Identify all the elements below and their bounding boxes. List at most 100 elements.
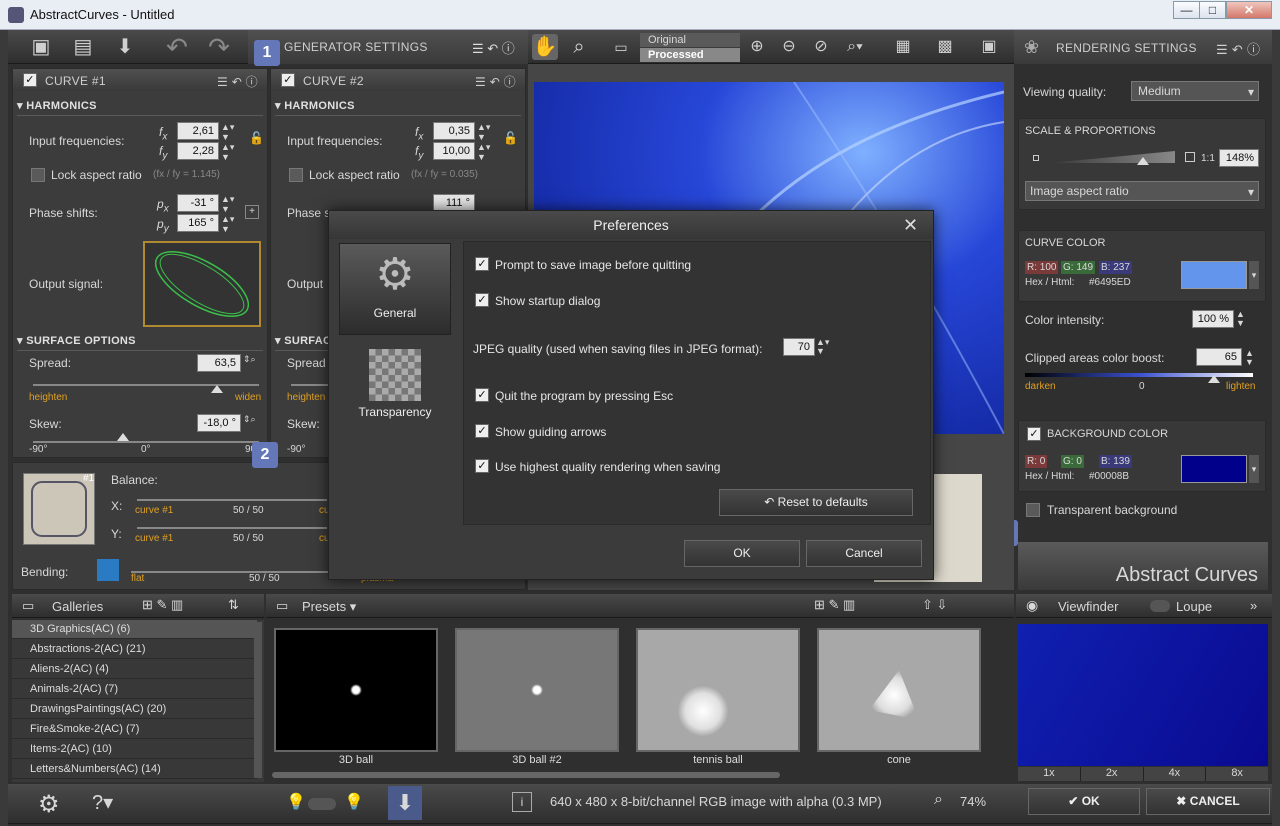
- curve2-fx-input[interactable]: 0,35: [433, 122, 475, 140]
- spread-slider[interactable]: [33, 384, 259, 386]
- curve1-menu-icon[interactable]: ☰ ↶ ⓘ: [217, 73, 258, 90]
- hq-render-checkbox[interactable]: ✓: [475, 459, 489, 473]
- startup-dialog-checkbox[interactable]: ✓: [475, 293, 489, 307]
- preset-thumbnail[interactable]: [817, 628, 981, 752]
- jpeg-quality-stepper[interactable]: ▲▾ ▼: [816, 338, 829, 356]
- py-input[interactable]: 165 °: [177, 214, 219, 232]
- bulb-off-icon[interactable]: 💡: [286, 792, 306, 812]
- gallery-item[interactable]: Items-2(AC) (10): [12, 740, 257, 759]
- gallery-item[interactable]: 3D Graphics(AC) (6): [12, 620, 257, 639]
- color-intensity-stepper[interactable]: ▲ ▼: [1236, 310, 1245, 328]
- zoom-8x[interactable]: 8x: [1206, 767, 1268, 781]
- help-icon[interactable]: ?▾: [92, 790, 113, 815]
- zoom-2x[interactable]: 2x: [1080, 767, 1144, 781]
- curve1-harmonics-section[interactable]: ▾ HARMONICS: [17, 99, 263, 116]
- maximize-button[interactable]: □: [1199, 1, 1226, 19]
- curve2-lock-aspect-checkbox[interactable]: [289, 168, 303, 182]
- curve2-fy-stepper[interactable]: ▲▾ ▼: [477, 142, 490, 162]
- viewfinder-toggle[interactable]: [1150, 600, 1170, 612]
- balance-y-slider[interactable]: [137, 527, 327, 529]
- py-stepper[interactable]: ▲▾ ▼: [221, 214, 234, 234]
- hand-tool-icon[interactable]: ✋: [532, 34, 558, 60]
- main-cancel-button[interactable]: ✖ CANCEL: [1146, 788, 1270, 815]
- viewfinder-title[interactable]: Viewfinder: [1058, 599, 1118, 614]
- skew-stepper[interactable]: ⇕⌕: [243, 414, 256, 425]
- processed-toggle[interactable]: Processed: [640, 48, 740, 62]
- gallery-item[interactable]: Letters&Numbers(AC) (14): [12, 760, 257, 779]
- fy-input[interactable]: 2,28: [177, 142, 219, 160]
- lock-icon[interactable]: 🔓: [249, 131, 264, 145]
- spread-stepper[interactable]: ⇕⌕: [243, 354, 256, 365]
- bg-color-swatch[interactable]: [1181, 455, 1247, 483]
- gallery-actions-icon[interactable]: ⊞ ✎ ▥: [142, 597, 183, 613]
- reset-defaults-button[interactable]: ↶ Reset to defaults: [719, 489, 913, 516]
- px-stepper[interactable]: ▲▾ ▼: [221, 194, 234, 214]
- original-toggle[interactable]: Original: [640, 33, 740, 47]
- bending-slider[interactable]: [131, 571, 331, 573]
- fx-stepper[interactable]: ▲▾ ▼: [221, 122, 234, 142]
- curve2-spread-slider[interactable]: [291, 384, 331, 386]
- new-image-icon[interactable]: ▣: [28, 34, 54, 60]
- gallery-sort-icon[interactable]: ⇅: [228, 597, 239, 613]
- jpeg-quality-input[interactable]: 70: [783, 338, 815, 356]
- gallery-item[interactable]: DrawingsPaintings(AC) (20): [12, 700, 257, 719]
- spread-thumb[interactable]: [211, 385, 223, 393]
- color-intensity-input[interactable]: 100 %: [1192, 310, 1234, 328]
- fit-window-icon[interactable]: ▦: [890, 34, 916, 60]
- one-to-one-label[interactable]: 1:1: [1201, 153, 1215, 164]
- zoom-out-icon[interactable]: ⊖: [776, 34, 802, 60]
- presets-title[interactable]: Presets ▾: [302, 599, 356, 615]
- lock-aspect-checkbox[interactable]: [31, 168, 45, 182]
- gallery-item[interactable]: Animals-2(AC) (7): [12, 680, 257, 699]
- dialog-close-icon[interactable]: ✕: [903, 215, 918, 236]
- fy-stepper[interactable]: ▲▾ ▼: [221, 142, 234, 162]
- skew-input[interactable]: -18,0 °: [197, 414, 241, 432]
- curve1-enable-checkbox[interactable]: ✓: [23, 73, 37, 87]
- settings-gear-icon[interactable]: ⚙: [38, 790, 60, 819]
- clip-boost-input[interactable]: 65: [1196, 348, 1242, 366]
- image-icon[interactable]: ▭: [608, 34, 634, 60]
- curve2-menu-icon[interactable]: ☰ ↶ ⓘ: [475, 73, 516, 90]
- zoom-4x[interactable]: 4x: [1143, 767, 1207, 781]
- surface-options-section[interactable]: ▾ SURFACE OPTIONS: [17, 334, 263, 351]
- chevron-down-icon[interactable]: ▾: [1249, 455, 1259, 483]
- preset-actions-icon[interactable]: ⊞ ✎ ▥: [814, 597, 855, 613]
- tab-general[interactable]: ⚙ General: [339, 243, 451, 335]
- preset-thumbnail[interactable]: [274, 628, 438, 752]
- fx-input[interactable]: 2,61: [177, 122, 219, 140]
- curve-color-swatch[interactable]: [1181, 261, 1247, 289]
- zoom-1x[interactable]: 1x: [1018, 767, 1081, 781]
- px-input[interactable]: -31 °: [177, 194, 219, 212]
- preset-thumbnail[interactable]: [636, 628, 800, 752]
- lock-icon[interactable]: 🔓: [503, 131, 518, 145]
- minimize-button[interactable]: —: [1173, 1, 1200, 19]
- gallery-item[interactable]: Aliens-2(AC) (4): [12, 660, 257, 679]
- presets-scrollbar[interactable]: [272, 772, 780, 778]
- zoom-menu-icon[interactable]: ⌕▾: [842, 34, 868, 60]
- main-ok-button[interactable]: ✔ OK: [1028, 788, 1140, 815]
- bulb-on-icon[interactable]: 💡: [344, 792, 364, 812]
- tab-transparency[interactable]: Transparency: [339, 345, 451, 437]
- save-icon[interactable]: ⬇: [112, 34, 138, 60]
- balance-x-slider[interactable]: [137, 499, 327, 501]
- gallery-item[interactable]: Fire&Smoke-2(AC) (7): [12, 720, 257, 739]
- loupe-label[interactable]: Loupe: [1176, 599, 1212, 614]
- clip-boost-stepper[interactable]: ▲ ▼: [1245, 349, 1254, 367]
- curve2-fy-input[interactable]: 10,00: [433, 142, 475, 160]
- phase-link-icon[interactable]: +: [245, 205, 259, 219]
- scale-thumb[interactable]: [1137, 157, 1149, 165]
- curve2-enable-checkbox[interactable]: ✓: [281, 73, 295, 87]
- download-arrow-icon[interactable]: ⬇: [388, 786, 422, 820]
- skew-slider[interactable]: [33, 441, 259, 443]
- scale-zoom-input[interactable]: 148%: [1219, 149, 1259, 167]
- guiding-arrows-checkbox[interactable]: ✓: [475, 424, 489, 438]
- scale-slider[interactable]: [1049, 151, 1175, 163]
- gallery-item[interactable]: Abstractions-2(AC) (21): [12, 640, 257, 659]
- generator-menu-icon[interactable]: ☰ ↶ ⓘ: [472, 38, 515, 57]
- dialog-ok-button[interactable]: OK: [684, 540, 800, 567]
- quit-esc-checkbox[interactable]: ✓: [475, 388, 489, 402]
- bending-icon[interactable]: [97, 559, 119, 581]
- undo-icon[interactable]: ↶: [164, 34, 190, 60]
- redo-icon[interactable]: ↷: [206, 34, 232, 60]
- spread-input[interactable]: 63,5: [197, 354, 241, 372]
